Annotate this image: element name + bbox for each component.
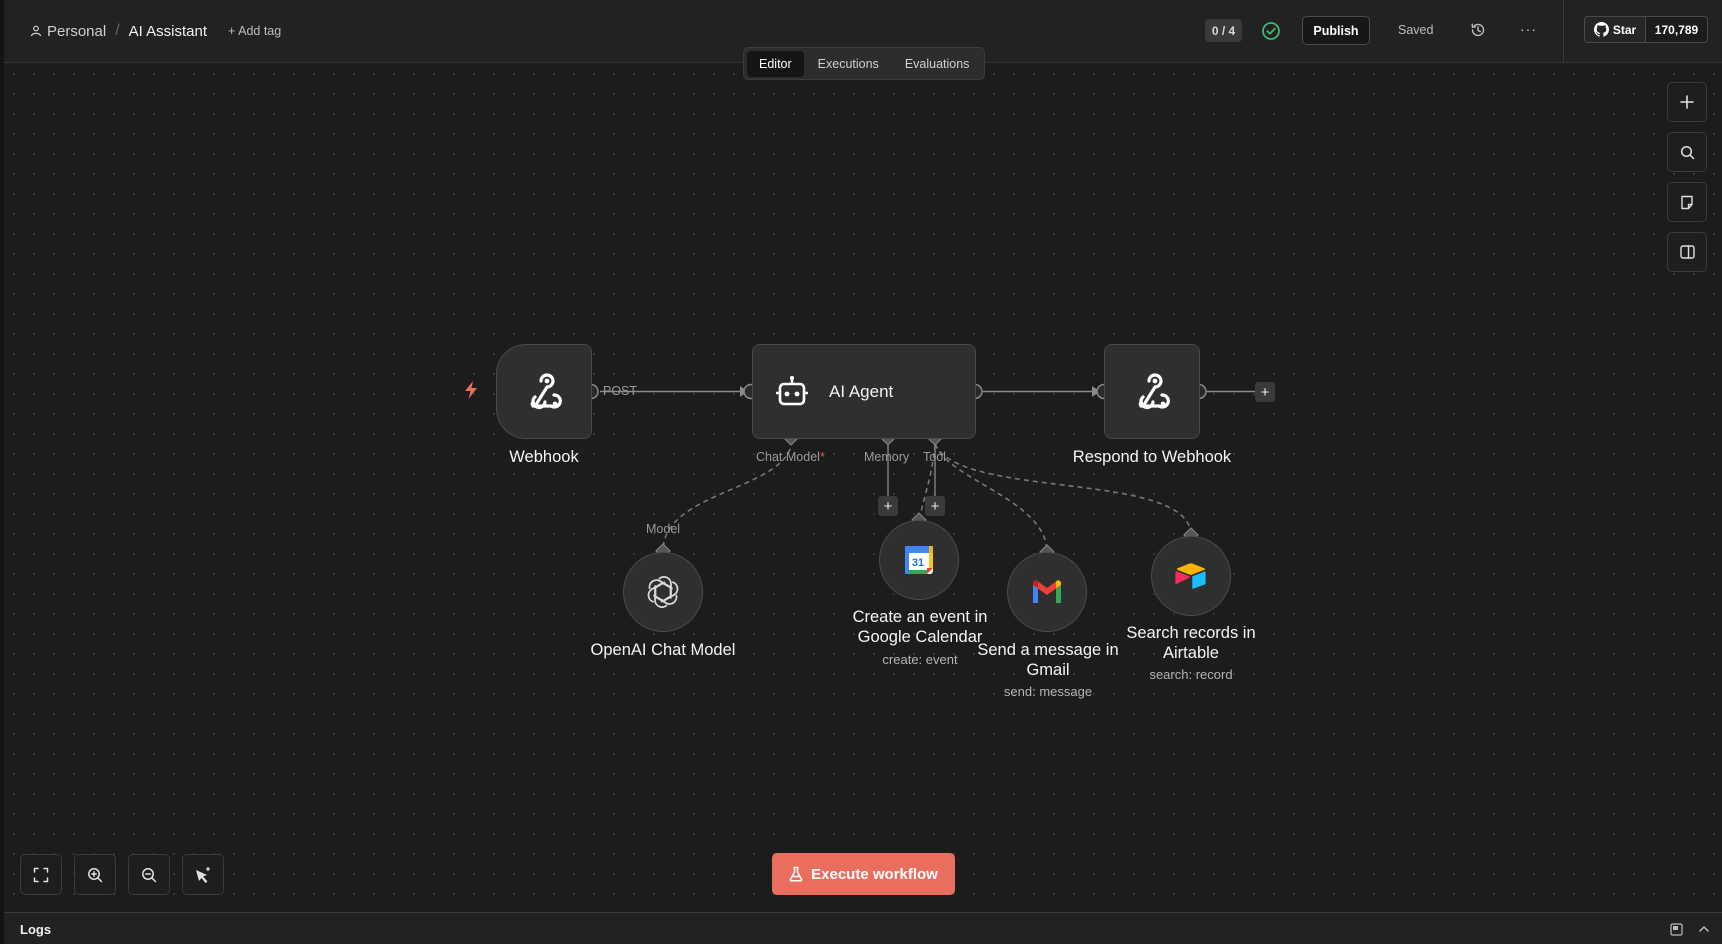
openai-icon — [647, 576, 679, 608]
toggle-panel-button[interactable] — [1667, 232, 1707, 272]
fit-view-button[interactable] — [20, 854, 62, 895]
more-options-icon[interactable]: ··· — [1520, 21, 1537, 37]
add-node-after-respond-button[interactable]: + — [1255, 382, 1275, 402]
port-label-chat-model-text: Chat Model — [756, 450, 820, 464]
add-memory-button[interactable]: + — [878, 496, 898, 516]
node-airtable-label: Search records in Airtable — [1101, 623, 1281, 663]
zoom-out-icon — [142, 867, 157, 882]
node-webhook[interactable] — [496, 344, 592, 439]
node-ai-agent-label: AI Agent — [829, 381, 894, 401]
chevron-up-icon[interactable] — [1698, 924, 1710, 934]
workflow-canvas[interactable] — [4, 64, 1722, 912]
workflow-counter-badge[interactable]: 0 / 4 — [1205, 19, 1242, 42]
add-node-button[interactable] — [1667, 82, 1707, 122]
publish-button[interactable]: Publish — [1302, 16, 1370, 45]
breadcrumb: Personal / AI Assistant + Add tag — [30, 22, 281, 40]
zoom-in-icon — [88, 867, 103, 882]
webhook-icon — [530, 372, 562, 409]
github-star-text: Star — [1612, 22, 1637, 37]
header-divider — [1563, 0, 1564, 63]
node-openai-chat-model[interactable] — [623, 552, 703, 632]
robot-icon — [776, 375, 808, 405]
node-webhook-label: Webhook — [509, 448, 579, 466]
magic-wand-icon — [196, 866, 211, 883]
github-star-count[interactable]: 170,789 — [1646, 17, 1707, 42]
webhook-icon — [1138, 372, 1170, 409]
node-gmail[interactable] — [1007, 552, 1087, 632]
node-airtable[interactable] — [1151, 536, 1231, 616]
add-tag-button[interactable]: + Add tag — [228, 24, 281, 38]
node-respond-label: Respond to Webhook — [1072, 448, 1232, 466]
zoom-in-button[interactable] — [74, 854, 116, 895]
node-gmail-label-line2: Gmail — [1026, 661, 1070, 679]
workflow-name[interactable]: AI Assistant — [129, 23, 207, 40]
trigger-bolt-icon — [465, 381, 477, 399]
person-icon — [30, 25, 42, 37]
breadcrumb-separator: / — [115, 22, 120, 39]
zoom-out-button[interactable] — [128, 854, 170, 895]
search-icon — [1680, 145, 1694, 159]
google-calendar-icon: 31 — [905, 546, 933, 574]
tab-evaluations[interactable]: Evaluations — [893, 51, 982, 77]
airtable-icon — [1175, 563, 1206, 589]
tab-executions[interactable]: Executions — [806, 51, 891, 77]
node-airtable-label-line1: Search records in — [1126, 624, 1256, 642]
node-gmail-subtitle: send: message — [1003, 684, 1093, 699]
google-calendar-date: 31 — [912, 557, 924, 569]
node-google-calendar[interactable]: 31 — [879, 520, 959, 600]
execute-workflow-label: Execute workflow — [811, 865, 938, 883]
tidy-up-button[interactable] — [182, 854, 224, 895]
execute-workflow-button[interactable]: Execute workflow — [772, 853, 955, 895]
view-tabs: Editor Executions Evaluations — [743, 47, 985, 80]
node-ai-agent[interactable]: AI Agent — [752, 344, 976, 439]
fullscreen-icon — [33, 867, 49, 882]
check-circle-icon[interactable] — [1261, 21, 1281, 41]
required-marker: * — [819, 450, 825, 464]
github-star-label-part[interactable]: Star — [1585, 17, 1646, 42]
github-icon — [1593, 22, 1609, 37]
port-label-tool: Tool — [923, 450, 946, 464]
save-status: Saved — [1398, 23, 1434, 37]
sticky-note-icon — [1681, 195, 1693, 209]
node-airtable-label-line2: Airtable — [1163, 644, 1219, 662]
port-label-chat-model: Chat Model* — [756, 450, 825, 464]
port-label-model: Model — [646, 522, 681, 536]
port-label-memory: Memory — [864, 450, 910, 464]
node-airtable-subtitle: search: record — [1149, 667, 1233, 682]
node-respond-to-webhook[interactable] — [1104, 344, 1200, 439]
plus-icon — [1680, 95, 1694, 109]
history-icon[interactable] — [1470, 22, 1486, 38]
panel-toggle-icon — [1679, 245, 1695, 259]
add-sticky-note-button[interactable] — [1667, 182, 1707, 222]
github-star-button[interactable]: Star 170,789 — [1584, 16, 1708, 43]
edge-label-post: POST — [603, 384, 638, 398]
search-nodes-button[interactable] — [1667, 132, 1707, 172]
breadcrumb-project[interactable]: Personal — [47, 23, 106, 40]
tab-editor[interactable]: Editor — [747, 50, 804, 77]
node-gcal-label-line1: Create an event in — [852, 608, 988, 626]
flask-icon — [789, 866, 803, 882]
logs-panel-bar[interactable]: Logs — [4, 912, 1722, 944]
canvas-right-toolbar — [1667, 82, 1707, 272]
node-openai-label: OpenAI Chat Model — [590, 641, 736, 659]
logs-title: Logs — [20, 922, 52, 937]
canvas-zoom-toolbar — [20, 854, 224, 895]
popout-icon[interactable] — [1670, 923, 1683, 936]
add-tool-button[interactable]: + — [925, 496, 945, 516]
gmail-icon — [1033, 580, 1061, 603]
